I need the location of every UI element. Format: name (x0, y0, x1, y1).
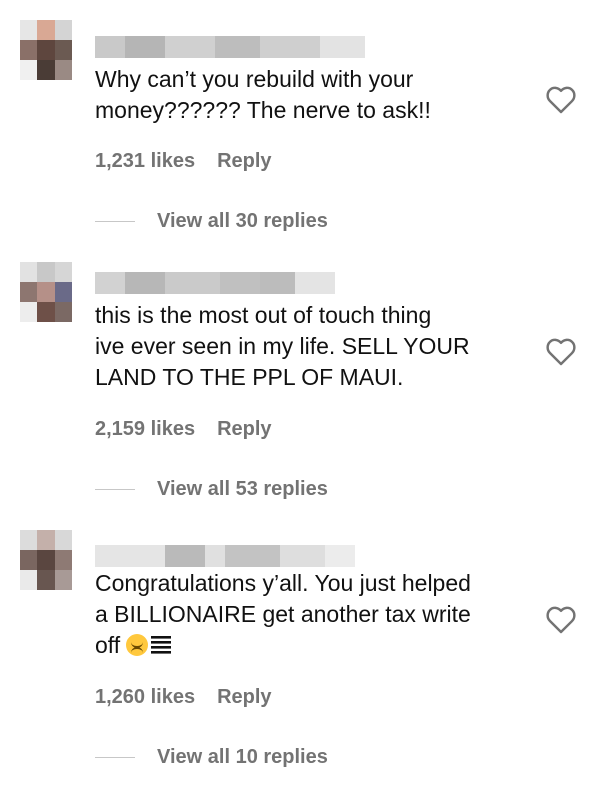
comment-meta: 2,159 likes Reply (95, 418, 272, 441)
view-replies-button[interactable]: View all 30 replies (95, 210, 328, 233)
reply-button[interactable]: Reply (217, 686, 271, 709)
replies-divider (95, 221, 135, 222)
view-replies-label: View all 30 replies (157, 210, 328, 232)
replies-divider (95, 489, 135, 490)
username-blurred[interactable] (95, 36, 365, 58)
comment-line: Congratulations y’all. You just helped (95, 570, 471, 596)
comment-meta: 1,260 likes Reply (95, 686, 272, 709)
comment-text: Why can’t you rebuild with your money???… (95, 64, 535, 126)
comment-line: a BILLIONAIRE get another tax write (95, 601, 471, 627)
comment-line: this is the most out of touch thing (95, 302, 432, 328)
avatar-blurred[interactable] (20, 530, 72, 590)
heart-icon[interactable] (544, 84, 578, 114)
like-count[interactable]: 1,231 likes (95, 150, 195, 173)
comment-line: Why can’t you rebuild with your (95, 66, 414, 92)
view-replies-label: View all 53 replies (157, 478, 328, 500)
avatar-blurred[interactable] (20, 262, 72, 322)
username-blurred[interactable] (95, 545, 365, 567)
username-blurred[interactable] (95, 272, 365, 294)
comment-text: Congratulations y’all. You just helped a… (95, 568, 535, 661)
view-replies-label: View all 10 replies (157, 746, 328, 768)
like-count[interactable]: 1,260 likes (95, 686, 195, 709)
heart-icon[interactable] (544, 604, 578, 634)
like-count[interactable]: 2,159 likes (95, 418, 195, 441)
comment-text: this is the most out of touch thing ive … (95, 300, 535, 393)
view-replies-button[interactable]: View all 53 replies (95, 478, 328, 501)
view-replies-button[interactable]: View all 10 replies (95, 746, 328, 769)
reply-button[interactable]: Reply (217, 418, 271, 441)
reply-button[interactable]: Reply (217, 150, 271, 173)
comment-line-text: off (95, 632, 121, 658)
heavy-bars-emoji-icon (151, 636, 172, 654)
replies-divider (95, 757, 135, 758)
comment-line: money?????? The nerve to ask!! (95, 97, 431, 123)
comment-line: off (95, 630, 535, 661)
heart-icon[interactable] (544, 336, 578, 366)
comment-line: LAND TO THE PPL OF MAUI. (95, 364, 404, 390)
comment-line: ive ever seen in my life. SELL YOUR (95, 333, 470, 359)
upside-down-face-emoji-icon (126, 634, 149, 656)
avatar-blurred[interactable] (20, 20, 72, 80)
comment-meta: 1,231 likes Reply (95, 150, 272, 173)
